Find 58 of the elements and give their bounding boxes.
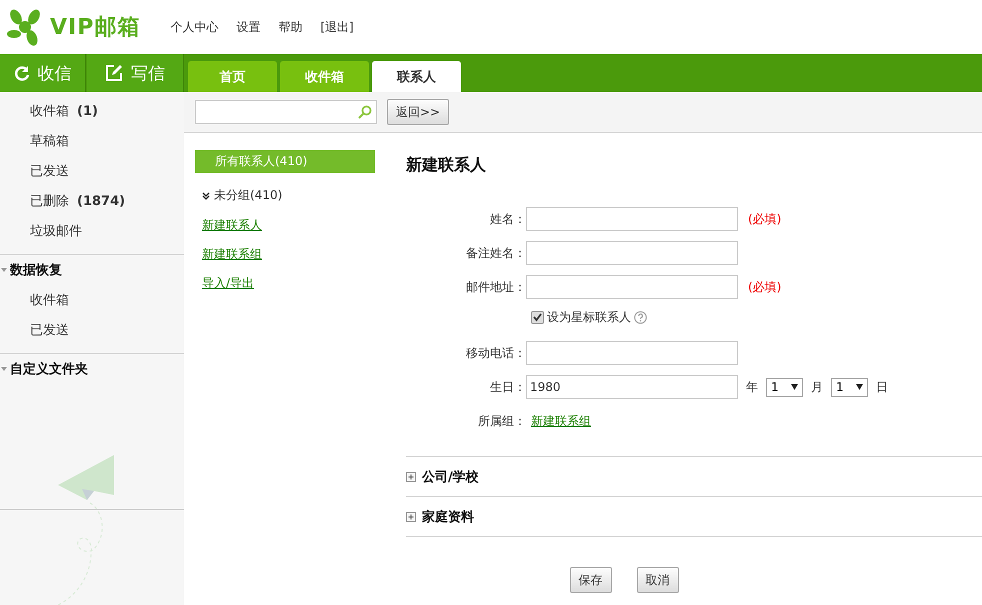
header-link[interactable]: 帮助 — [278, 18, 302, 36]
back-button[interactable]: 返回>> — [387, 99, 450, 125]
search-icon[interactable] — [358, 105, 372, 119]
group-item[interactable]: 未分组(410) — [202, 187, 375, 204]
month-select[interactable]: 1 — [766, 378, 803, 396]
folder-item[interactable]: 已发送 — [0, 156, 184, 186]
folder-item[interactable]: 草稿箱 — [0, 126, 184, 156]
contact-link[interactable]: 导入/导出 — [202, 275, 254, 292]
field-label: 姓名： — [489, 210, 526, 228]
folder-item[interactable]: 收件箱 — [0, 285, 184, 315]
checkbox[interactable] — [531, 310, 544, 324]
field-label: 生日： — [489, 378, 526, 396]
new-group-link[interactable]: 新建联系组 — [531, 412, 591, 430]
contact-link[interactable]: 新建联系组 — [202, 246, 262, 263]
field-label: 邮件地址： — [465, 278, 526, 296]
section-title[interactable]: 数据恢复 — [10, 261, 62, 279]
text-field[interactable] — [526, 275, 738, 299]
folder-item[interactable]: 收件箱 (1) — [0, 96, 184, 126]
month-unit: 月 — [811, 378, 823, 396]
tab[interactable]: 联系人 — [372, 61, 461, 92]
folder-item[interactable]: 已发送 — [0, 315, 184, 345]
folder-item[interactable]: 垃圾邮件 — [0, 216, 184, 246]
field-label: 备注姓名： — [465, 244, 526, 262]
required-note: (必填) — [748, 278, 782, 296]
form-title: 新建联系人 — [406, 155, 487, 176]
triangle-icon — [1, 366, 7, 372]
search-field[interactable] — [195, 100, 377, 124]
double-chevron-icon — [202, 192, 210, 200]
day-select[interactable]: 1 — [831, 378, 868, 396]
year-unit: 年 — [746, 378, 758, 396]
refresh-icon — [14, 65, 30, 81]
field-label: 所属组： — [477, 412, 526, 430]
header-link[interactable]: 个人中心 — [170, 18, 218, 36]
form-button[interactable]: 取消 — [636, 567, 678, 593]
text-field[interactable] — [526, 241, 738, 265]
folder-item[interactable]: 已删除 (1874) — [0, 186, 184, 216]
header-link[interactable]: 设置 — [236, 18, 260, 36]
form-button[interactable]: 保存 — [570, 567, 612, 593]
expand-icon[interactable] — [406, 472, 416, 482]
header-link[interactable]: [退出] — [320, 18, 354, 36]
required-note: (必填) — [748, 210, 782, 228]
year-field[interactable]: 1980 — [526, 375, 738, 399]
text-field[interactable] — [526, 207, 738, 231]
checkbox-label: 设为星标联系人 — [547, 308, 631, 326]
dropdown-arrow-icon — [856, 384, 863, 390]
section-title[interactable]: 公司/学校 — [422, 468, 479, 486]
dropdown-arrow-icon — [791, 384, 798, 390]
section-title[interactable]: 自定义文件夹 — [10, 360, 88, 378]
triangle-icon — [1, 267, 7, 273]
section-title[interactable]: 家庭资料 — [422, 508, 474, 526]
text-field[interactable] — [526, 341, 738, 365]
compose-icon — [105, 64, 123, 82]
logo-text: VIP邮箱 — [50, 14, 140, 42]
help-icon[interactable] — [634, 310, 647, 324]
contact-link[interactable]: 新建联系人 — [202, 217, 262, 234]
day-unit: 日 — [876, 378, 888, 396]
field-label: 移动电话： — [465, 344, 526, 362]
expand-icon[interactable] — [406, 512, 416, 522]
